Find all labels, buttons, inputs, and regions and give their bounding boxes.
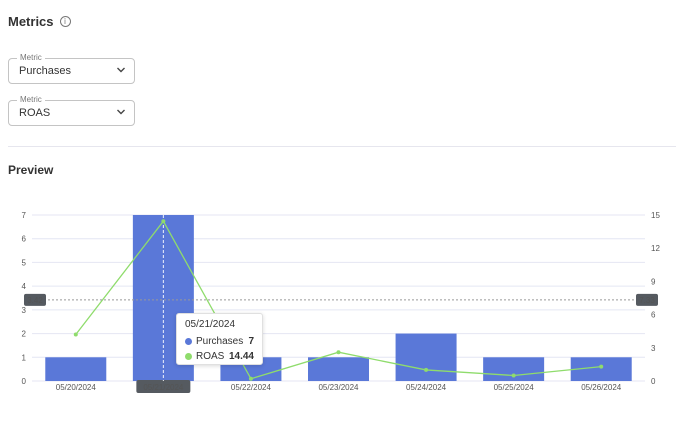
metrics-title: Metrics bbox=[8, 14, 54, 29]
tooltip-row-roas: ROAS 14.44 bbox=[185, 349, 254, 364]
tooltip-row-purchases: Purchases 7 bbox=[185, 334, 254, 349]
purchases-legend-dot bbox=[185, 338, 192, 345]
y-left-tick-label: 4 bbox=[22, 282, 27, 291]
metric-select-roas[interactable]: Metric ROAS bbox=[8, 95, 135, 126]
preview-chart[interactable]: 012345670369121505/20/2024 05/21/2024 05/2… bbox=[0, 200, 688, 400]
bar-purchases bbox=[45, 357, 107, 381]
roas-legend-dot bbox=[185, 353, 192, 360]
point-roas bbox=[73, 332, 78, 337]
metrics-header: Metrics i bbox=[8, 14, 71, 29]
chevron-down-icon[interactable] bbox=[116, 107, 126, 117]
x-tick-label: 05/25/2024 bbox=[494, 383, 535, 392]
tooltip-series-value: 14.44 bbox=[228, 351, 254, 362]
y-left-tick-label: 6 bbox=[22, 235, 27, 244]
metric-select-value: ROAS bbox=[19, 107, 51, 119]
bar-purchases bbox=[395, 333, 457, 381]
y-right-tick-label: 15 bbox=[651, 211, 660, 220]
tooltip-series-name: Purchases bbox=[196, 336, 244, 347]
tooltip-date: 05/21/2024 bbox=[185, 319, 236, 330]
crosshair-right-label: 7.33 bbox=[639, 296, 655, 305]
y-right-tick-label: 12 bbox=[651, 244, 660, 253]
point-roas bbox=[599, 364, 604, 369]
x-tick-label: 05/26/2024 bbox=[581, 383, 622, 392]
info-icon[interactable]: i bbox=[59, 16, 71, 27]
point-roas bbox=[248, 376, 253, 381]
point-roas bbox=[336, 350, 341, 355]
tooltip-series-value: 7 bbox=[248, 336, 254, 347]
y-left-tick-label: 7 bbox=[22, 211, 27, 220]
y-right-tick-label: 0 bbox=[651, 377, 656, 386]
section-divider bbox=[8, 146, 676, 147]
x-tick-label: 05/20/2024 bbox=[56, 383, 97, 392]
point-roas bbox=[424, 367, 429, 372]
tooltip-series-name: ROAS bbox=[196, 351, 225, 362]
x-tick-label: 05/22/2024 bbox=[231, 383, 272, 392]
y-right-tick-label: 9 bbox=[651, 277, 656, 286]
point-roas bbox=[511, 373, 516, 378]
y-left-tick-label: 3 bbox=[22, 306, 27, 315]
metric-select-label: Metric bbox=[17, 95, 45, 105]
chevron-down-icon[interactable] bbox=[116, 65, 126, 75]
chart-tooltip: 05/21/2024 Purchases 7 ROAS 14.44 bbox=[176, 313, 263, 365]
metric-select-purchases[interactable]: Metric Purchases bbox=[8, 53, 135, 84]
bar-purchases bbox=[308, 357, 369, 381]
y-right-tick-label: 3 bbox=[651, 344, 656, 353]
crosshair-left-label: 3.42 bbox=[27, 296, 43, 305]
y-left-tick-label: 0 bbox=[22, 377, 27, 386]
y-right-tick-label: 6 bbox=[651, 311, 656, 320]
x-tick-label: 05/21/2024 bbox=[143, 383, 184, 392]
x-tick-label: 05/23/2024 bbox=[318, 383, 359, 392]
metric-select-label: Metric bbox=[17, 53, 45, 63]
y-left-tick-label: 2 bbox=[22, 330, 27, 339]
y-left-tick-label: 1 bbox=[22, 353, 27, 362]
y-left-tick-label: 5 bbox=[22, 258, 27, 267]
point-roas bbox=[161, 219, 166, 224]
x-tick-label: 05/24/2024 bbox=[406, 383, 447, 392]
preview-title: Preview bbox=[8, 163, 54, 177]
metric-select-value: Purchases bbox=[19, 65, 71, 77]
